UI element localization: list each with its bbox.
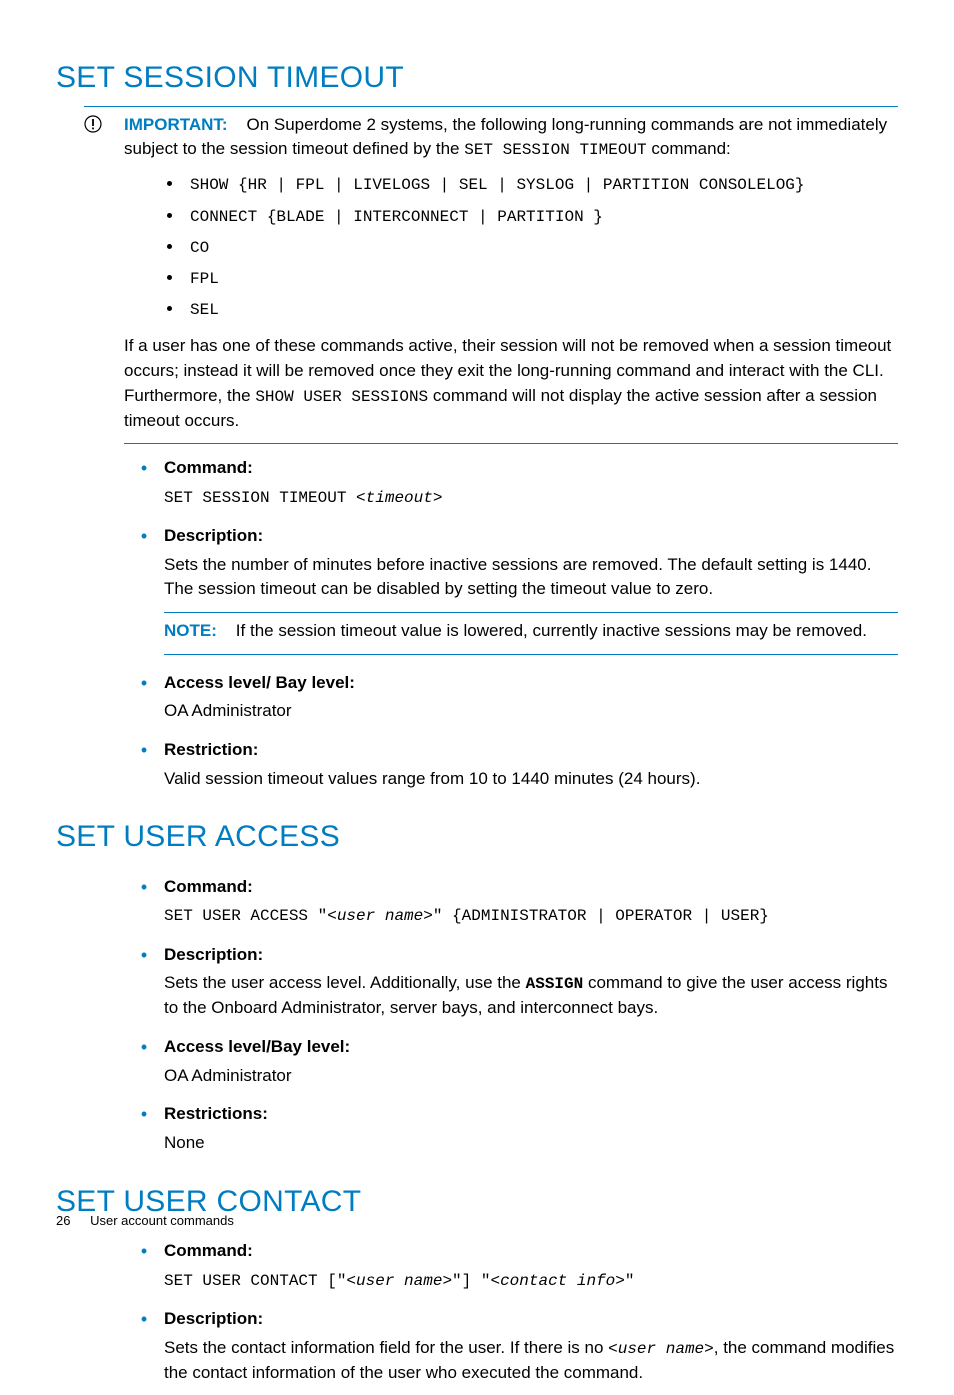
command-text-arg2: contact info: [500, 1272, 615, 1290]
description-label: Description:: [164, 524, 898, 549]
command-text-lead: SET USER ACCESS "<: [164, 907, 337, 925]
important-text-cmd: SET SESSION TIMEOUT: [464, 141, 646, 159]
description-text-arg: <user name>: [608, 1340, 714, 1358]
list-item: CO: [184, 233, 898, 264]
note-text: If the session timeout value is lowered,…: [236, 621, 867, 640]
chapter-title: User account commands: [90, 1213, 234, 1228]
bullet-icon: •: [124, 1035, 164, 1088]
description-text-part1: Sets the contact information field for t…: [164, 1338, 608, 1357]
bullet-icon: •: [124, 943, 164, 1021]
restriction-text: None: [164, 1133, 205, 1152]
bullet-icon: •: [124, 738, 164, 791]
command-text-lead: SET USER CONTACT ["<: [164, 1272, 356, 1290]
restriction-label: Restriction:: [164, 738, 898, 763]
command-text-trail: >: [433, 489, 443, 507]
bullet-icon: •: [124, 524, 164, 647]
page-number: 26: [56, 1213, 70, 1228]
command-text: CONNECT {BLADE | INTERCONNECT | PARTITIO…: [190, 208, 603, 226]
description-label: Description:: [164, 1307, 898, 1332]
command-text-arg1: user name: [356, 1272, 442, 1290]
restriction-text: Valid session timeout values range from …: [164, 769, 700, 788]
note-label: NOTE:: [164, 621, 217, 640]
command-text: SHOW {HR | FPL | LIVELOGS | SEL | SYSLOG…: [190, 176, 805, 194]
command-label: Command:: [164, 875, 898, 900]
list-item: SEL: [184, 295, 898, 326]
command-label: Command:: [164, 456, 898, 481]
command-text: CO: [190, 239, 209, 257]
page-footer: 26 User account commands: [56, 1212, 234, 1231]
restriction-label: Restrictions:: [164, 1102, 898, 1127]
important-text-trail: command:: [647, 139, 731, 158]
command-text-arg: user name: [337, 907, 423, 925]
bullet-icon: •: [124, 671, 164, 724]
access-level-label: Access level/ Bay level:: [164, 671, 898, 696]
document-page: SET SESSION TIMEOUT IMPORTANT: On Superd…: [0, 0, 954, 1271]
description-label: Description:: [164, 943, 898, 968]
list-item: FPL: [184, 264, 898, 295]
important-paragraph: IMPORTANT: On Superdome 2 systems, the f…: [124, 113, 898, 163]
bullet-icon: •: [124, 456, 164, 510]
bullet-icon: •: [124, 1239, 164, 1293]
important-block: IMPORTANT: On Superdome 2 systems, the f…: [84, 106, 898, 434]
followup-cmd: SHOW USER SESSIONS: [255, 388, 428, 406]
access-level-text: OA Administrator: [164, 1066, 292, 1085]
command-text-mid: >"] "<: [442, 1272, 500, 1290]
exclamation-icon: [84, 115, 104, 135]
bullet-icon: •: [124, 1307, 164, 1385]
bullet-icon: •: [124, 875, 164, 929]
important-followup-text: If a user has one of these commands acti…: [124, 334, 898, 433]
command-text-lead: SET SESSION TIMEOUT <: [164, 489, 366, 507]
description-text-pre: Sets the user access level. Additionally…: [164, 973, 526, 992]
access-level-label: Access level/Bay level:: [164, 1035, 898, 1060]
description-text: Sets the number of minutes before inacti…: [164, 555, 871, 599]
list-item: SHOW {HR | FPL | LIVELOGS | SEL | SYSLOG…: [184, 170, 898, 201]
command-label: Command:: [164, 1239, 898, 1264]
command-text-trail: >" {ADMINISTRATOR | OPERATOR | USER}: [423, 907, 769, 925]
heading-set-session-timeout: SET SESSION TIMEOUT: [56, 56, 898, 100]
description-text-cmd: ASSIGN: [526, 975, 584, 993]
command-text: SEL: [190, 301, 219, 319]
command-text: FPL: [190, 270, 219, 288]
heading-set-user-access: SET USER ACCESS: [56, 815, 898, 859]
command-text-arg: timeout: [366, 489, 433, 507]
command-text-trail: >": [615, 1272, 634, 1290]
list-item: CONNECT {BLADE | INTERCONNECT | PARTITIO…: [184, 202, 898, 233]
important-label: IMPORTANT:: [124, 115, 228, 134]
access-level-text: OA Administrator: [164, 701, 292, 720]
bullet-icon: •: [124, 1102, 164, 1155]
important-command-list: SHOW {HR | FPL | LIVELOGS | SEL | SYSLOG…: [124, 170, 898, 326]
